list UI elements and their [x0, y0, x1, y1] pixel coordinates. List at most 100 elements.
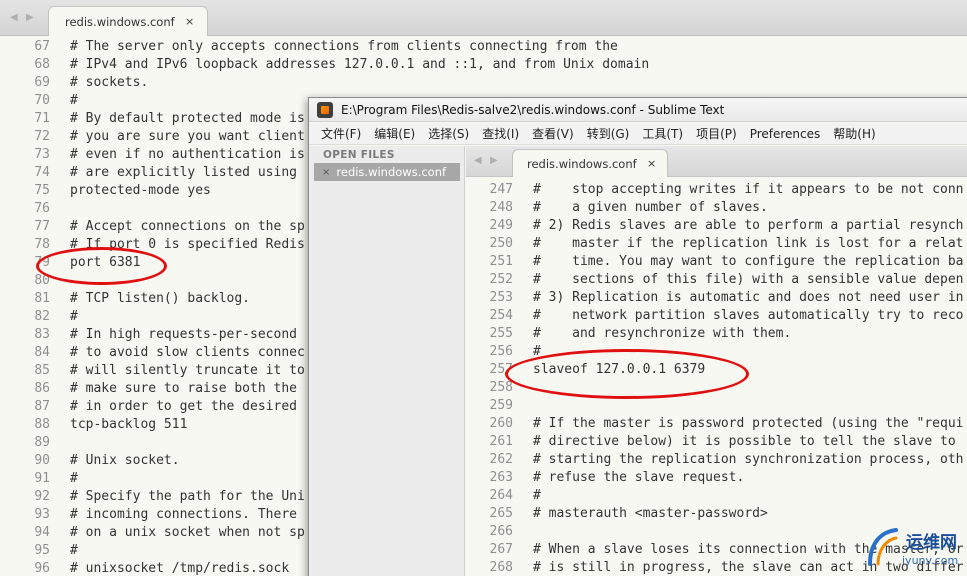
front-line-numbers: 247 248 249 250 251 252 253 254 255 256 257 258 259 2… [469, 181, 513, 576]
menu-item-0[interactable]: 文件(F) [321, 125, 361, 142]
line-number: 253 [489, 290, 513, 305]
menu-item-2[interactable]: 选择(S) [428, 125, 469, 142]
code-line[interactable]: # 2) Redis slaves are able to perform a … [533, 217, 963, 235]
tab-scroll-left-icon[interactable]: ◀ [10, 12, 18, 23]
line-number: 75 [34, 183, 50, 198]
back-tab-label: redis.windows.conf [65, 14, 175, 29]
menu-item-7[interactable]: 项目(P) [696, 125, 737, 142]
window-title: E:\Program Files\Redis-salve2\redis.wind… [341, 102, 725, 117]
line-number: 260 [489, 416, 513, 431]
watermark-logo-icon [868, 528, 898, 566]
code-line[interactable]: # masterauth <master-password> [533, 505, 963, 523]
line-number: 262 [489, 452, 513, 467]
line-number: 252 [489, 272, 513, 287]
line-number: 264 [489, 488, 513, 503]
line-number: 82 [34, 309, 50, 324]
sublime-app-icon [317, 101, 333, 118]
watermark-url-text: iyunv.com [902, 554, 959, 567]
menu-item-4[interactable]: 查看(V) [532, 125, 574, 142]
menu-item-6[interactable]: 工具(T) [642, 125, 683, 142]
line-number: 266 [489, 524, 513, 539]
line-number: 95 [34, 543, 50, 558]
code-line[interactable]: # a given number of slaves. [533, 199, 963, 217]
code-line[interactable] [533, 397, 963, 415]
line-number: 73 [34, 147, 50, 162]
front-tab-scroll-right-icon[interactable]: ▶ [490, 155, 498, 166]
code-line[interactable]: # [533, 487, 963, 505]
line-number: 84 [34, 345, 50, 360]
line-number: 69 [34, 75, 50, 90]
back-tab-close-icon[interactable]: × [185, 15, 194, 28]
line-number: 257 [489, 362, 513, 377]
line-number: 70 [34, 93, 50, 108]
sidebar [309, 146, 465, 576]
line-number: 91 [34, 471, 50, 486]
line-number: 77 [34, 219, 50, 234]
front-tab-redis-conf[interactable]: redis.windows.conf × [512, 149, 668, 177]
line-number: 68 [34, 57, 50, 72]
line-number: 261 [489, 434, 513, 449]
sublime-text-window: E:\Program Files\Redis-salve2\redis.wind… [308, 97, 967, 576]
title-bar[interactable]: E:\Program Files\Redis-salve2\redis.wind… [309, 98, 967, 122]
menu-bar: 文件(F) 编辑(E) 选择(S) 查找(I) 查看(V) 转到(G) 工具(T) 项目(P)… [309, 123, 967, 145]
line-number: 258 [489, 380, 513, 395]
line-number: 93 [34, 507, 50, 522]
menu-item-1[interactable]: 编辑(E) [374, 125, 415, 142]
code-line[interactable]: # stop accepting writes if it appears to… [533, 181, 963, 199]
code-line[interactable]: # [533, 343, 963, 361]
line-number: 83 [34, 327, 50, 342]
line-number: 265 [489, 506, 513, 521]
line-number: 94 [34, 525, 50, 540]
line-number: 268 [489, 560, 513, 575]
back-line-numbers: 67 68 69 70 71 72 73 74 75 76 77 78 79 80 81 82 83 84 85 86… [4, 38, 50, 576]
line-number: 255 [489, 326, 513, 341]
line-number: 79 [34, 255, 50, 270]
sidebar-heading: OPEN FILES [323, 149, 395, 161]
line-number: 92 [34, 489, 50, 504]
front-tab-bar: ◀ ▶ redis.windows.conf × [466, 146, 967, 177]
line-number: 251 [489, 254, 513, 269]
line-number: 249 [489, 218, 513, 233]
line-number: 248 [489, 200, 513, 215]
code-line[interactable]: # sockets. [70, 74, 649, 92]
line-number: 74 [34, 165, 50, 180]
front-tab-label: redis.windows.conf [527, 156, 637, 171]
front-tab-close-icon[interactable]: × [647, 157, 656, 170]
code-line[interactable]: # The server only accepts connections fr… [70, 38, 649, 56]
sidebar-open-file[interactable]: × redis.windows.conf [314, 163, 460, 181]
front-code-area[interactable]: # stop accepting writes if it appears to… [533, 181, 963, 576]
code-line[interactable] [533, 379, 963, 397]
menu-item-9[interactable]: 帮助(H) [833, 125, 875, 142]
front-tab-scroll-left-icon[interactable]: ◀ [474, 155, 482, 166]
back-tab-redis-conf[interactable]: redis.windows.conf × [48, 6, 208, 36]
code-line[interactable]: # refuse the slave request. [533, 469, 963, 487]
code-line[interactable]: # time. You may want to configure the re… [533, 253, 963, 271]
line-number: 72 [34, 129, 50, 144]
code-line[interactable]: # starting the replication synchronizati… [533, 451, 963, 469]
line-number: 71 [34, 111, 50, 126]
sidebar-file-close-icon[interactable]: × [322, 167, 330, 178]
code-line[interactable]: # IPv4 and IPv6 loopback addresses 127.0… [70, 56, 649, 74]
code-line[interactable]: # and resynchronize with them. [533, 325, 963, 343]
code-line[interactable]: # sections of this file) with a sensible… [533, 271, 963, 289]
tab-scroll-right-icon[interactable]: ▶ [26, 12, 34, 23]
code-line[interactable]: # directive below) it is possible to tel… [533, 433, 963, 451]
code-line[interactable]: slaveof 127.0.0.1 6379 [533, 361, 963, 379]
watermark: 运维网 iyunv.com [858, 522, 967, 576]
line-number: 85 [34, 363, 50, 378]
menu-item-3[interactable]: 查找(I) [482, 125, 519, 142]
line-number: 96 [34, 561, 50, 576]
menu-item-5[interactable]: 转到(G) [587, 125, 630, 142]
code-line[interactable]: # master if the replication link is lost… [533, 235, 963, 253]
line-number: 263 [489, 470, 513, 485]
line-number: 81 [34, 291, 50, 306]
code-line[interactable]: # network partition slaves automatically… [533, 307, 963, 325]
line-number: 90 [34, 453, 50, 468]
line-number: 86 [34, 381, 50, 396]
line-number: 247 [489, 182, 513, 197]
code-line[interactable]: # 3) Replication is automatic and does n… [533, 289, 963, 307]
code-line[interactable]: # If the master is password protected (u… [533, 415, 963, 433]
line-number: 88 [34, 417, 50, 432]
menu-item-8[interactable]: Preferences [750, 127, 821, 141]
line-number: 67 [34, 39, 50, 54]
